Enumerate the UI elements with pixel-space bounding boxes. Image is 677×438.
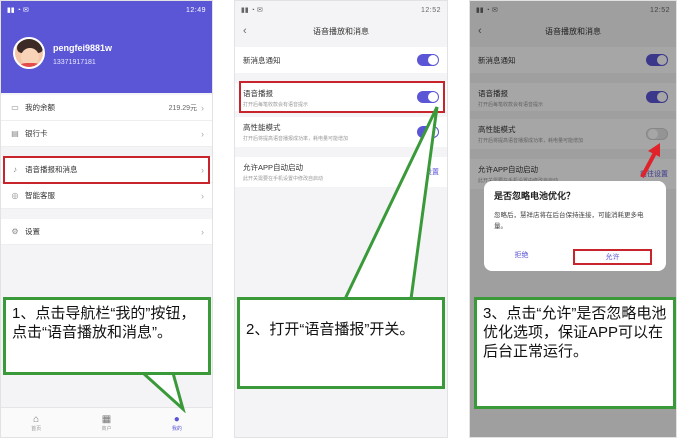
instruction-callout-3: 3、点击“允许”是否忽略电池优化选项，保证APP可以在后台正常运行。 bbox=[474, 297, 676, 409]
setting-new-message: 新消息通知 bbox=[235, 47, 447, 73]
nav-home[interactable]: ⌂ 首页 bbox=[1, 408, 71, 437]
allow-button[interactable]: 允许 bbox=[573, 249, 652, 265]
shop-icon: ▦ bbox=[101, 413, 112, 425]
status-time: 12:49 bbox=[185, 6, 206, 14]
user-phone: 13371917181 bbox=[53, 59, 96, 66]
menu-item-label: 银行卡 bbox=[25, 129, 48, 138]
chevron-right-icon: › bbox=[201, 128, 204, 139]
nav-label: 商户 bbox=[101, 425, 112, 432]
user-icon: ● bbox=[173, 413, 180, 425]
status-bar: ▮▮ ◔ ✉ 12:49 bbox=[1, 1, 212, 19]
nav-label: 首页 bbox=[31, 425, 42, 432]
chevron-right-icon: › bbox=[201, 102, 204, 113]
screenshot-battery-dialog: ▮▮ ◔ ✉ 12:52 ‹ 语音播放和消息 新消息通知 语音播报 打开后每笔收… bbox=[469, 0, 677, 438]
page-title: 语音播放和消息 bbox=[313, 26, 369, 36]
status-bar: ▮▮ ◔ ✉ 12:52 bbox=[235, 1, 447, 19]
menu-item-balance[interactable]: ▭ 我的余额 219.29元 › bbox=[1, 95, 212, 121]
deny-button[interactable]: 拒绝 bbox=[484, 249, 559, 265]
dialog-message: 忽略后，慧祥店将在后台保持连接，可能消耗更多电量。 bbox=[494, 212, 644, 230]
instruction-callout-1: 1、点击导航栏“我的”按钮，点击“语音播放和消息”。 bbox=[3, 297, 211, 375]
menu-item-settings[interactable]: ⚙ 设置 › bbox=[1, 219, 212, 245]
headset-icon: ◎ bbox=[11, 191, 19, 200]
toggle-new-message[interactable] bbox=[417, 54, 439, 66]
highlight-box bbox=[3, 156, 210, 184]
menu-item-bank-card[interactable]: ▤ 银行卡 › bbox=[1, 121, 212, 147]
screenshot-voice-settings: ▮▮ ◔ ✉ 12:52 ‹ 语音播放和消息 新消息通知 语音播报 打开后每笔收… bbox=[234, 0, 448, 438]
card-icon: ▤ bbox=[11, 129, 19, 138]
red-arrow bbox=[640, 143, 660, 178]
status-icons-left: ▮▮ ◔ ✉ bbox=[7, 7, 29, 14]
status-icons-left: ▮▮ ◔ ✉ bbox=[241, 7, 263, 14]
setting-title: 新消息通知 bbox=[243, 56, 281, 65]
menu-group-account: ▭ 我的余额 219.29元 › ▤ 银行卡 › bbox=[1, 95, 212, 147]
nav-label: 我的 bbox=[171, 425, 182, 432]
chevron-right-icon: › bbox=[201, 190, 204, 201]
menu-item-smart-service[interactable]: ◎ 智能客服 › bbox=[1, 183, 212, 209]
battery-optimization-dialog: 是否忽略电池优化？ 忽略后，慧祥店将在后台保持连接，可能消耗更多电量。 拒绝 允… bbox=[484, 181, 666, 271]
avatar[interactable] bbox=[13, 37, 45, 69]
menu-group-settings: ⚙ 设置 › bbox=[1, 219, 212, 245]
nav-shop[interactable]: ▦ 商户 bbox=[71, 408, 141, 437]
menu-item-label: 设置 bbox=[25, 227, 40, 236]
chevron-right-icon: › bbox=[201, 226, 204, 237]
home-icon: ⌂ bbox=[33, 413, 40, 425]
dialog-actions: 拒绝 允许 bbox=[484, 249, 666, 265]
balance-value: 219.29元 bbox=[168, 104, 197, 112]
instruction-callout-2: 2、打开“语音播报”开关。 bbox=[237, 297, 445, 389]
dialog-title: 是否忽略电池优化？ bbox=[494, 191, 576, 201]
menu-item-label: 我的余额 bbox=[25, 103, 55, 112]
user-name: pengfei9881w bbox=[53, 43, 113, 53]
top-bar: ‹ 语音播放和消息 bbox=[235, 19, 447, 43]
gear-icon: ⚙ bbox=[11, 227, 19, 236]
status-time: 12:52 bbox=[420, 6, 441, 14]
menu-item-label: 智能客服 bbox=[25, 191, 55, 200]
callout-tail bbox=[342, 106, 439, 301]
screenshot-my-page: ▮▮ ◔ ✉ 12:49 pengfei9881w 13371917181 ▭ … bbox=[0, 0, 213, 438]
callout-tail bbox=[141, 373, 186, 413]
wallet-icon: ▭ bbox=[11, 103, 19, 112]
